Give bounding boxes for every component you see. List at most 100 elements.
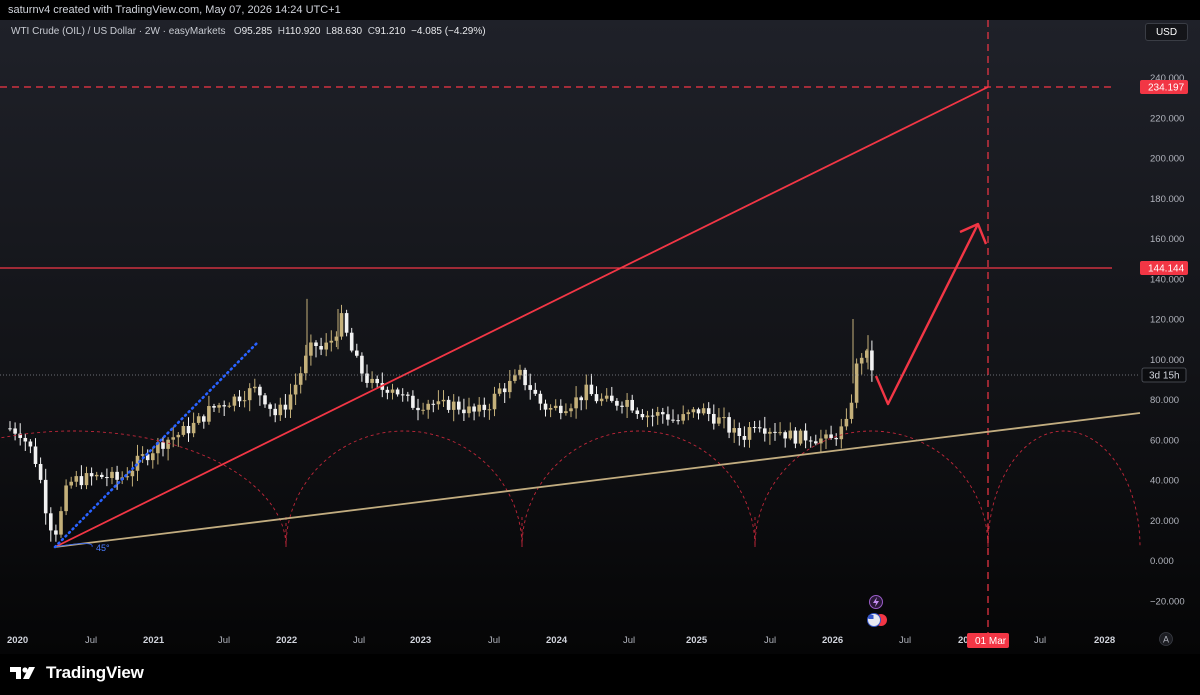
- target-price-label: 234.197: [1148, 83, 1185, 94]
- symbol-legend[interactable]: WTI Crude (OIL) / US Dollar · 2W · easyM…: [11, 26, 486, 37]
- candle-body: [222, 405, 226, 407]
- level-price-tag[interactable]: 144.144: [1140, 261, 1188, 275]
- candle-body: [523, 369, 527, 386]
- projection-arrow[interactable]: [874, 223, 980, 406]
- candle: [824, 429, 828, 449]
- chart-canvas[interactable]: 45° 240.000220.000200.000180.000160.0001…: [0, 0, 1200, 654]
- candle-body: [467, 406, 471, 414]
- candle: [584, 374, 589, 410]
- candle: [207, 395, 211, 425]
- candle-body: [650, 415, 655, 417]
- symbol-name[interactable]: WTI Crude (OIL) / US Dollar · 2W · easyM…: [11, 26, 225, 37]
- candle-body: [655, 412, 660, 416]
- candle-body: [293, 384, 298, 395]
- candle: [793, 427, 798, 449]
- candle: [599, 393, 604, 406]
- candle: [737, 422, 742, 446]
- candle-body: [763, 428, 767, 434]
- cycle-arc[interactable]: [285, 430, 523, 548]
- candle-body: [701, 408, 706, 414]
- candle-body: [548, 408, 553, 410]
- candle: [686, 409, 691, 421]
- time-cursor-tag[interactable]: 01 Mar: [967, 633, 1009, 648]
- red-trendline[interactable]: [54, 86, 989, 548]
- event-lightning-icon[interactable]: [869, 595, 883, 609]
- candle-body: [115, 471, 119, 480]
- candle-body: [610, 395, 614, 401]
- candle-body: [615, 400, 619, 406]
- candle-body: [854, 363, 859, 403]
- candle: [411, 390, 415, 410]
- candle: [706, 402, 711, 422]
- candle: [191, 412, 196, 438]
- candle-body: [497, 388, 502, 394]
- candle: [808, 436, 813, 448]
- candle: [166, 437, 170, 461]
- us-flag-canton: [868, 615, 874, 619]
- candle: [564, 403, 568, 416]
- candle-body: [33, 446, 38, 464]
- candle-body: [94, 474, 99, 477]
- dotted-blue-angle-line[interactable]: [53, 340, 260, 549]
- candle-body: [319, 346, 323, 350]
- time-tick-month: Jul: [488, 635, 500, 646]
- candle: [518, 364, 522, 380]
- price-tick-label: −20.000: [1150, 596, 1185, 607]
- candle-body: [212, 406, 216, 408]
- cycle-arc[interactable]: [521, 430, 756, 548]
- candle-body: [436, 401, 441, 405]
- candle: [436, 390, 441, 410]
- candle-body: [859, 357, 864, 364]
- target-price-tag[interactable]: 234.197: [1140, 80, 1188, 94]
- candle: [375, 375, 379, 389]
- candle: [870, 340, 874, 382]
- candle: [212, 403, 216, 413]
- candle-body: [151, 453, 155, 461]
- candle: [125, 467, 130, 481]
- gold-trendline[interactable]: [54, 412, 1141, 548]
- candle: [778, 422, 782, 436]
- auto-scale-button[interactable]: A: [1159, 632, 1173, 646]
- price-tick-label: 20.000: [1150, 516, 1179, 527]
- candle: [268, 402, 272, 417]
- candle: [283, 394, 288, 418]
- cycle-arc[interactable]: [754, 430, 989, 548]
- candle-body: [727, 417, 731, 433]
- candle: [140, 446, 145, 463]
- candle: [28, 439, 33, 454]
- candle: [186, 417, 191, 442]
- candle-body: [161, 442, 165, 449]
- time-tick-month: Jul: [85, 635, 97, 646]
- candle: [788, 422, 793, 441]
- candle-body: [457, 401, 461, 410]
- candle-body: [242, 400, 247, 402]
- currency-button[interactable]: USD: [1145, 23, 1188, 41]
- candle: [691, 406, 696, 418]
- candle: [64, 479, 68, 516]
- candle: [757, 420, 762, 433]
- candle-body: [237, 396, 242, 402]
- candle: [130, 461, 135, 487]
- candle-body: [732, 428, 736, 433]
- tradingview-logo[interactable]: TradingView: [10, 663, 144, 683]
- candle-body: [640, 413, 645, 418]
- event-us-flag-icon[interactable]: [867, 613, 888, 627]
- candle: [446, 396, 451, 413]
- candle-body: [278, 404, 283, 416]
- candle: [472, 403, 476, 421]
- candle-body: [594, 394, 599, 402]
- candle: [528, 373, 532, 400]
- candle: [854, 358, 859, 409]
- time-tick-month: Jul: [899, 635, 911, 646]
- candle-body: [166, 439, 170, 449]
- candle: [497, 382, 502, 397]
- candle-body: [263, 395, 267, 405]
- candle-body: [538, 393, 543, 404]
- candle: [676, 414, 680, 425]
- candle: [722, 407, 726, 429]
- cycle-arc[interactable]: [987, 430, 1141, 548]
- candle: [492, 386, 497, 417]
- candle-body: [84, 473, 89, 486]
- candle: [640, 409, 645, 420]
- countdown-tag: 3d 15h: [1141, 367, 1187, 383]
